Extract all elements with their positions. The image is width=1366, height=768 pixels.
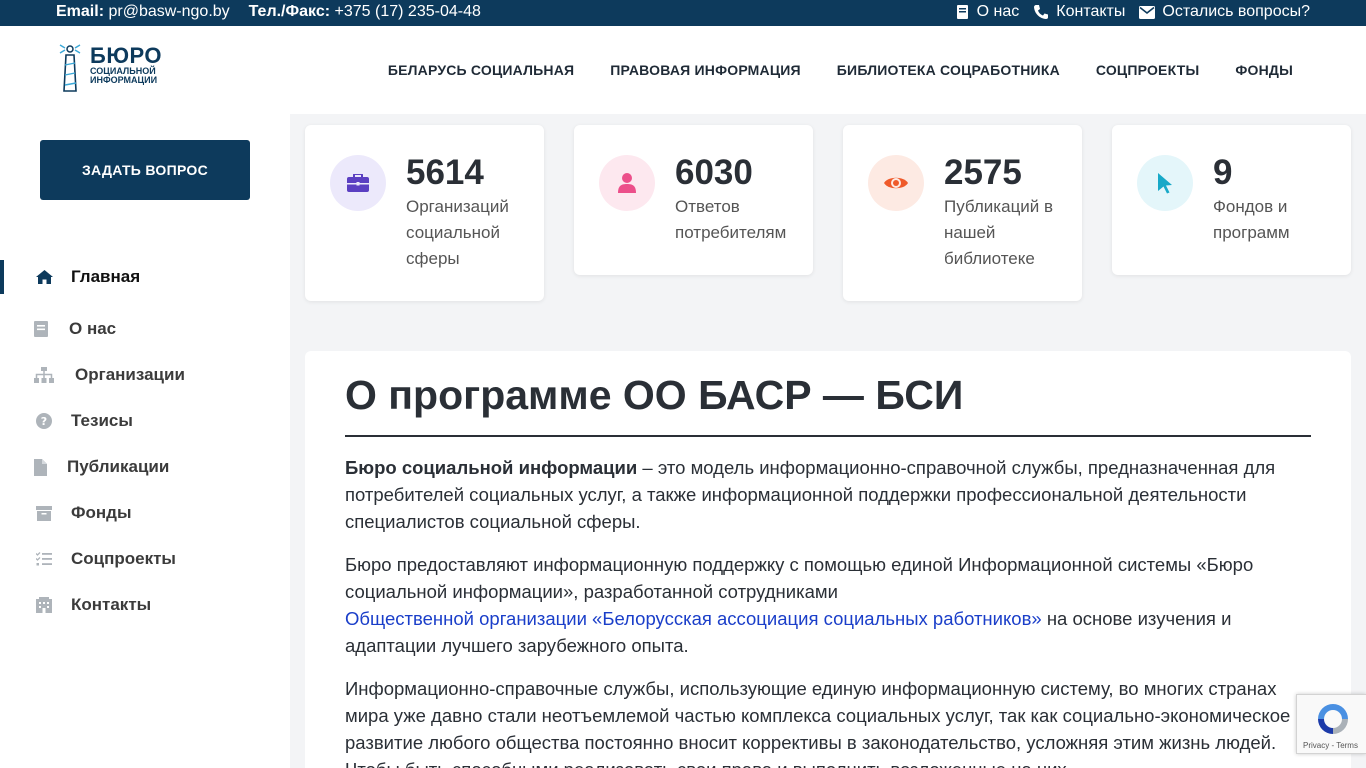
sidebar-item-socprojects[interactable]: Соцпроекты xyxy=(0,536,290,582)
top-link-contacts[interactable]: Контакты xyxy=(1033,3,1125,21)
page-title: О программе ОО БАСР — БСИ xyxy=(345,371,1311,437)
stat-number: 5614 xyxy=(406,153,484,192)
sidebar-item-contacts[interactable]: Контакты xyxy=(0,582,290,628)
cursor-icon xyxy=(1158,173,1172,194)
basw-organization-link[interactable]: Общественной организации «Белорусская ас… xyxy=(345,608,1042,629)
eye-icon xyxy=(884,177,908,189)
stat-number: 9 xyxy=(1213,153,1233,192)
envelope-icon xyxy=(1139,5,1156,19)
nav-library[interactable]: БИБЛИОТЕКА СОЦРАБОТНИКА xyxy=(837,62,1060,78)
sidebar-item-label: Тезисы xyxy=(71,411,133,430)
sidebar-item-label: Публикации xyxy=(67,457,170,476)
about-program-section: О программе ОО БАСР — БСИ Бюро социально… xyxy=(305,351,1351,768)
stat-label: Публикаций в нашей библиотеке xyxy=(944,197,1054,268)
sidebar-item-label: Главная xyxy=(71,267,141,286)
stat-label: Организаций социальной сферы xyxy=(406,197,509,268)
sidebar-item-theses[interactable]: ? Тезисы xyxy=(0,398,290,444)
stat-icon-circle xyxy=(868,155,924,211)
main-nav: БЕЛАРУСЬ СОЦИАЛЬНАЯ ПРАВОВАЯ ИНФОРМАЦИЯ … xyxy=(388,62,1293,78)
site-logo[interactable]: БЮРО социальной информации xyxy=(56,41,166,93)
nav-legal-info[interactable]: ПРАВОВАЯ ИНФОРМАЦИЯ xyxy=(610,62,801,78)
stat-card-answers: 6030 Ответов потребителям xyxy=(574,125,813,275)
top-link-about[interactable]: О нас xyxy=(956,3,1020,21)
recaptcha-icon xyxy=(1318,704,1348,734)
paragraph-3: Информационно-справочные службы, использ… xyxy=(345,678,1291,768)
stat-label: Фондов и программ xyxy=(1213,197,1290,242)
top-link-about-label: О нас xyxy=(976,3,1020,20)
top-link-questions-label: Остались вопросы? xyxy=(1162,3,1310,20)
email-label: Email: xyxy=(56,3,105,20)
tasks-icon xyxy=(34,552,54,566)
sidebar-menu: Главная О нас Организации ? Тезисы Публи… xyxy=(0,260,290,628)
phone-icon xyxy=(1034,5,1049,19)
paragraph-2: Бюро предоставляют информационную поддер… xyxy=(345,551,1311,659)
stat-card-funds: 9 Фондов и программ xyxy=(1112,125,1351,275)
book-icon xyxy=(956,5,968,19)
stat-number: 6030 xyxy=(675,153,753,192)
sidebar-item-funds[interactable]: Фонды xyxy=(0,490,290,536)
question-circle-icon: ? xyxy=(34,413,54,429)
user-icon xyxy=(618,173,636,193)
recaptcha-links[interactable]: Privacy - Terms xyxy=(1303,741,1358,750)
home-icon xyxy=(34,269,54,285)
contact-info: Email: pr@basw-ngo.by Тел./Факс: +375 (1… xyxy=(56,3,481,21)
sidebar-item-label: Соцпроекты xyxy=(71,549,176,568)
sidebar-item-about[interactable]: О нас xyxy=(0,306,290,352)
nav-funds[interactable]: ФОНДЫ xyxy=(1235,62,1293,78)
file-icon xyxy=(34,458,47,476)
archive-icon xyxy=(34,505,54,521)
top-contact-bar: Email: pr@basw-ngo.by Тел./Факс: +375 (1… xyxy=(0,0,1366,26)
sidebar-item-label: Фонды xyxy=(71,503,132,522)
stat-icon-circle xyxy=(330,155,386,211)
top-link-contacts-label: Контакты xyxy=(1056,3,1126,20)
sidebar-item-organizations[interactable]: Организации xyxy=(0,352,290,398)
sidebar-item-home[interactable]: Главная xyxy=(0,260,290,294)
book-icon xyxy=(34,321,48,337)
logo-title: БЮРО xyxy=(90,43,162,68)
nav-socprojects[interactable]: СОЦПРОЕКТЫ xyxy=(1096,62,1199,78)
stat-card-publications: 2575 Публикаций в нашей библиотеке xyxy=(843,125,1082,301)
stat-card-organizations: 5614 Организаций социальной сферы xyxy=(305,125,544,301)
sidebar-item-publications[interactable]: Публикации xyxy=(0,444,290,490)
top-links: О нас Контакты Остались вопросы? xyxy=(942,3,1310,21)
building-icon xyxy=(34,597,54,613)
stat-icon-circle xyxy=(599,155,655,211)
stat-label: Ответов потребителям xyxy=(675,197,787,242)
paragraph-1-bold: Бюро социальной информации xyxy=(345,457,638,478)
sidebar-item-label: Организации xyxy=(75,365,185,384)
top-link-questions[interactable]: Остались вопросы? xyxy=(1139,3,1310,21)
recaptcha-badge[interactable]: Privacy - Terms xyxy=(1296,694,1366,754)
sidebar: ЗАДАТЬ ВОПРОС Главная О нас Организации … xyxy=(0,114,290,768)
phone-value[interactable]: +375 (17) 235-04-48 xyxy=(335,3,481,20)
svg-text:?: ? xyxy=(41,415,47,428)
lighthouse-logo-icon xyxy=(59,44,81,92)
stat-number: 2575 xyxy=(944,153,1022,192)
paragraph-2-start: Бюро предоставляют информационную поддер… xyxy=(345,554,1254,602)
email-value[interactable]: pr@basw-ngo.by xyxy=(108,3,229,20)
sidebar-item-label: О нас xyxy=(69,319,117,338)
site-header: БЮРО социальной информации БЕЛАРУСЬ СОЦИ… xyxy=(0,26,1366,114)
sidebar-item-label: Контакты xyxy=(71,595,152,614)
sitemap-icon xyxy=(34,367,54,383)
phone-label: Тел./Факс: xyxy=(248,3,331,20)
briefcase-icon xyxy=(347,174,369,192)
logo-line2: информации xyxy=(90,75,158,85)
ask-question-button[interactable]: ЗАДАТЬ ВОПРОС xyxy=(40,140,250,200)
paragraph-1: Бюро социальной информации – это модель … xyxy=(345,454,1311,535)
nav-belarus-social[interactable]: БЕЛАРУСЬ СОЦИАЛЬНАЯ xyxy=(388,62,574,78)
stat-icon-circle xyxy=(1137,155,1193,211)
logo-text: БЮРО социальной информации xyxy=(90,45,162,85)
